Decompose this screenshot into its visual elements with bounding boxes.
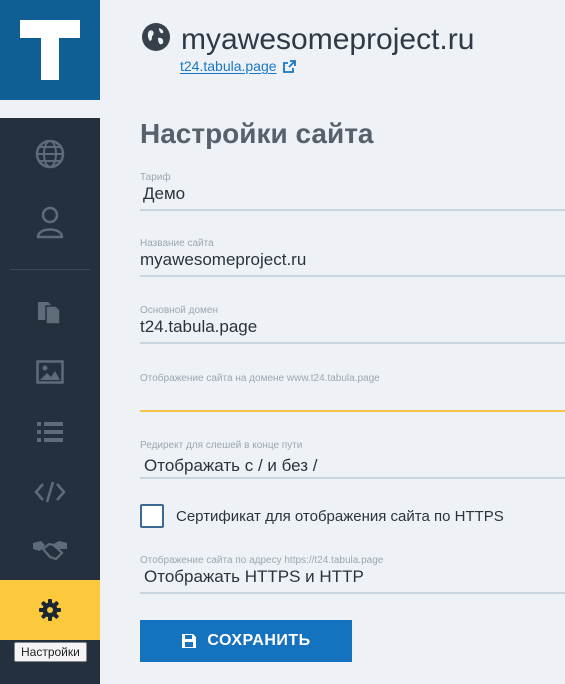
- code-icon: [34, 481, 66, 503]
- https-display-select[interactable]: Отображать HTTPS и HTTP: [140, 567, 565, 587]
- site-name-label: Название сайта: [140, 238, 214, 249]
- external-link-icon[interactable]: [282, 59, 296, 73]
- nav-item-images[interactable]: [0, 342, 100, 402]
- trailing-slash-select[interactable]: Отображать с / и без /: [140, 452, 565, 476]
- site-title: myawesomeproject.ru: [181, 23, 475, 56]
- user-icon: [36, 206, 64, 239]
- save-button-label: СОХРАНИТЬ: [207, 632, 311, 649]
- https-display-field[interactable]: Отображение сайта по адресу https://t24.…: [140, 555, 565, 594]
- plan-value[interactable]: Демо: [140, 184, 565, 204]
- nav-item-settings[interactable]: [0, 580, 100, 640]
- domain-display-field[interactable]: Отображение сайта на домене www.t24.tabu…: [140, 373, 565, 412]
- logo-t-icon: [20, 20, 80, 80]
- site-name-input[interactable]: myawesomeproject.ru: [140, 250, 565, 270]
- https-cert-label[interactable]: Сертификат для отображения сайта по HTTP…: [176, 508, 504, 525]
- nav-divider: [10, 269, 90, 270]
- site-link[interactable]: t24.tabula.page: [180, 58, 296, 74]
- settings-tooltip: Настройки: [14, 642, 87, 662]
- main-domain-input[interactable]: t24.tabula.page: [140, 317, 565, 337]
- logo-gap: [0, 100, 100, 118]
- image-icon: [36, 360, 64, 384]
- site-globe-icon: [142, 23, 170, 51]
- nav-item-domains[interactable]: [0, 124, 100, 184]
- pages-icon: [38, 302, 61, 325]
- nav-item-lists[interactable]: [0, 402, 100, 462]
- trailing-slash-label: Редирект для слешей в конце пути: [140, 440, 303, 451]
- nav-item-partners[interactable]: [0, 520, 100, 580]
- nav-item-code[interactable]: [0, 462, 100, 522]
- site-link-text[interactable]: t24.tabula.page: [180, 58, 277, 74]
- floppy-disk-icon: [182, 634, 197, 648]
- list-icon: [37, 422, 63, 442]
- handshake-icon: [33, 541, 67, 561]
- domain-display-label: Отображение сайта на домене www.t24.tabu…: [140, 373, 380, 384]
- main-domain-field[interactable]: Основной домен t24.tabula.page: [140, 305, 565, 344]
- nav-item-users[interactable]: [0, 192, 100, 252]
- sidebar: Настройки: [0, 0, 100, 684]
- globe-icon: [35, 139, 65, 169]
- page-title: Настройки сайта: [140, 118, 374, 149]
- https-cert-row[interactable]: Сертификат для отображения сайта по HTTP…: [140, 504, 504, 528]
- logo[interactable]: [0, 0, 100, 100]
- https-cert-checkbox[interactable]: [140, 504, 164, 528]
- plan-label: Тариф: [140, 172, 171, 183]
- https-display-label: Отображение сайта по адресу https://t24.…: [140, 555, 384, 566]
- site-name-field[interactable]: Название сайта myawesomeproject.ru: [140, 238, 565, 277]
- gear-icon: [39, 599, 61, 621]
- plan-field[interactable]: Тариф Демо: [140, 172, 565, 211]
- save-button[interactable]: СОХРАНИТЬ: [140, 620, 352, 662]
- trailing-slash-field[interactable]: Редирект для слешей в конце пути Отображ…: [140, 440, 565, 479]
- nav-item-pages[interactable]: [0, 282, 100, 342]
- main-domain-label: Основной домен: [140, 305, 218, 316]
